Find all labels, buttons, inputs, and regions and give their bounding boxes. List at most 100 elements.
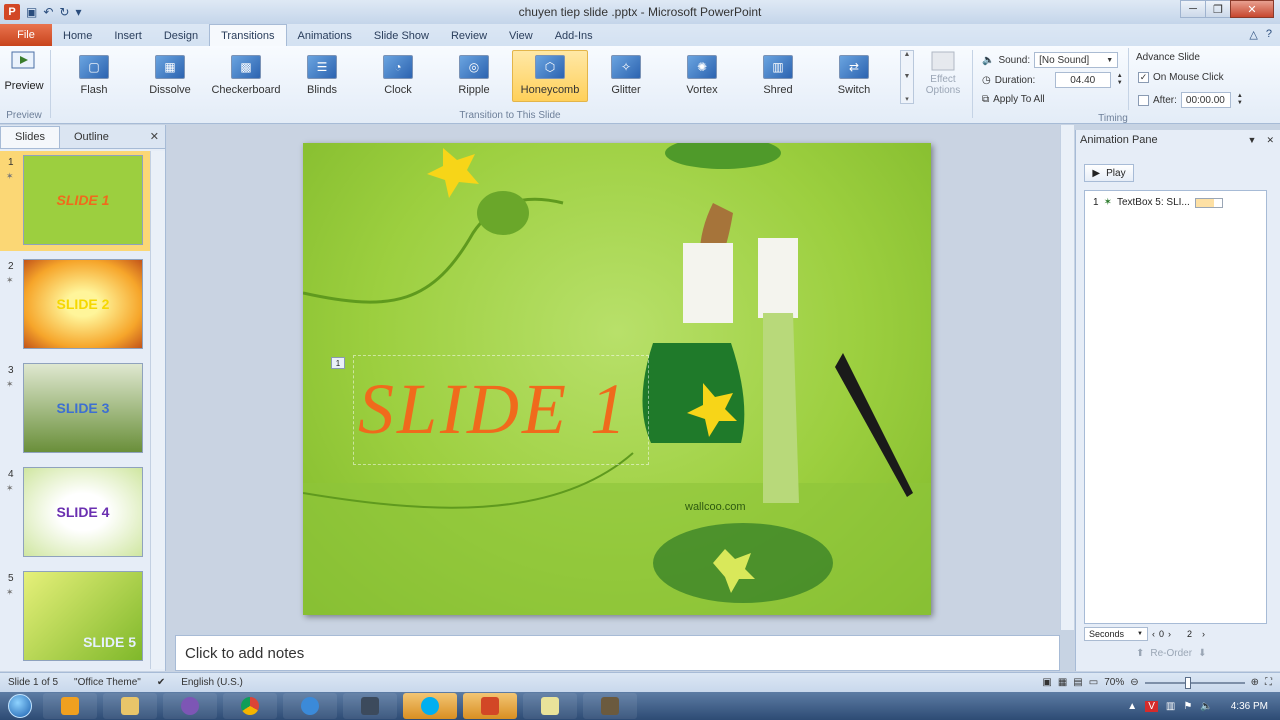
transition-honeycomb[interactable]: ⬡ Honeycomb <box>512 50 588 102</box>
tray-expand-icon[interactable]: ▲ <box>1127 701 1137 712</box>
animation-item[interactable]: 1 ✶ TextBox 5: SLI... <box>1093 197 1223 208</box>
timeline-next-icon[interactable]: › <box>1202 629 1205 639</box>
close-icon[interactable]: ✕ <box>150 130 159 143</box>
slide-sorter-icon[interactable]: ▦ <box>1058 677 1067 688</box>
language[interactable]: English (U.S.) <box>173 677 251 688</box>
gallery-scroll[interactable]: ▲ ▼ ▾ <box>900 50 914 104</box>
antivirus-icon[interactable]: V <box>1145 700 1158 712</box>
slides-scrollbar[interactable] <box>150 151 165 669</box>
preview-button[interactable]: Preview <box>2 48 46 108</box>
sound-select[interactable]: [No Sound] ▼ <box>1034 52 1119 68</box>
scroll-up-icon[interactable]: ▲ <box>904 51 911 58</box>
tab-home[interactable]: Home <box>52 26 103 46</box>
transition-switch[interactable]: ⇄ Switch <box>816 50 892 102</box>
tab-review[interactable]: Review <box>440 26 498 46</box>
minimize-button[interactable]: ─ <box>1180 0 1206 18</box>
zoom-in-icon[interactable]: ⊕ <box>1251 677 1259 688</box>
on-mouse-click-checkbox[interactable]: ✓ <box>1138 72 1149 83</box>
customize-qat-icon[interactable]: ▾ <box>75 5 81 19</box>
scroll-down-icon[interactable]: ▼ <box>904 73 911 80</box>
slide-thumbnail-5[interactable]: 5 ✶ SLIDE 5 <box>0 567 150 667</box>
transition-checkerboard[interactable]: ▩ Checkerboard <box>208 50 284 102</box>
taskbar-app-skype[interactable] <box>403 693 457 719</box>
transition-glitter[interactable]: ✧ Glitter <box>588 50 664 102</box>
taskbar-app-recorder[interactable] <box>343 693 397 719</box>
zoom-slider-knob[interactable] <box>1184 676 1191 689</box>
spellcheck-icon[interactable]: ✔ <box>149 677 173 688</box>
reading-view-icon[interactable]: ▤ <box>1073 677 1082 688</box>
slide-number: 4 <box>8 469 14 480</box>
help-icon[interactable]: ? <box>1266 28 1272 41</box>
after-spinner[interactable]: ▲ ▼ <box>1237 93 1243 107</box>
tab-transitions[interactable]: Transitions <box>209 24 287 46</box>
tab-view[interactable]: View <box>498 26 544 46</box>
taskbar-app-tool[interactable] <box>583 693 637 719</box>
slide-title[interactable]: SLIDE 1 <box>358 368 629 451</box>
redo-icon[interactable]: ↻ <box>59 5 69 19</box>
volume-icon[interactable]: 🔈 <box>1200 701 1212 712</box>
transition-blinds[interactable]: ☰ Blinds <box>284 50 360 102</box>
taskbar-app-powerpoint[interactable] <box>463 693 517 719</box>
seconds-select[interactable]: Seconds ▼ <box>1084 627 1148 641</box>
powerpoint-taskbar-icon <box>481 697 499 715</box>
slide-show-icon[interactable]: ▭ <box>1089 677 1098 688</box>
slide-thumbnail-3[interactable]: 3 ✶ SLIDE 3 <box>0 359 150 459</box>
tab-animations[interactable]: Animations <box>287 26 363 46</box>
play-button[interactable]: ▶ Play <box>1084 164 1134 182</box>
move-down-icon[interactable]: ⬇ <box>1198 648 1206 659</box>
normal-view-icon[interactable]: ▣ <box>1042 677 1051 688</box>
transition-vortex[interactable]: ✺ Vortex <box>664 50 740 102</box>
transition-shred[interactable]: ▥ Shred <box>740 50 816 102</box>
taskbar-app-chrome[interactable] <box>223 693 277 719</box>
transition-ripple[interactable]: ◎ Ripple <box>436 50 512 102</box>
transition-dissolve[interactable]: ▦ Dissolve <box>132 50 208 102</box>
zoom-level[interactable]: 70% <box>1104 677 1124 688</box>
animation-tag[interactable]: 1 <box>331 357 345 369</box>
duration-input[interactable]: 04.40 <box>1054 72 1111 88</box>
transition-flash[interactable]: ▢ Flash <box>56 50 132 102</box>
tab-slide-show[interactable]: Slide Show <box>363 26 440 46</box>
after-input[interactable]: 00:00.00 <box>1180 92 1231 108</box>
minimize-ribbon-icon[interactable]: △ <box>1249 28 1257 41</box>
zoom-slider[interactable] <box>1144 676 1245 689</box>
slide-thumbnail-2[interactable]: 2 ✶ SLIDE 2 <box>0 255 150 355</box>
clock[interactable]: 4:36 PM <box>1231 701 1268 712</box>
taskbar-app-notes[interactable] <box>523 693 577 719</box>
chevron-down-icon[interactable]: ▼ <box>1248 135 1257 146</box>
powerpoint-icon[interactable]: P <box>4 4 20 20</box>
close-icon[interactable]: ✕ <box>1266 135 1274 146</box>
tab-file[interactable]: File <box>0 24 52 46</box>
fit-slide-icon[interactable]: ⛶ <box>1265 677 1272 688</box>
tab-outline[interactable]: Outline <box>60 126 123 148</box>
taskbar-app-viber[interactable] <box>163 693 217 719</box>
taskbar-app-explorer[interactable] <box>103 693 157 719</box>
flag-icon[interactable]: ⚑ <box>1183 701 1192 712</box>
editor-scrollbar[interactable] <box>1060 125 1074 630</box>
duration-spinner[interactable]: ▲ ▼ <box>1117 73 1123 87</box>
slide-canvas[interactable]: 1 SLIDE 1 wallcoo.com <box>303 143 931 615</box>
network-icon[interactable]: ▥ <box>1166 701 1175 712</box>
taskbar-app-media[interactable] <box>43 693 97 719</box>
more-icon[interactable]: ▾ <box>905 95 909 103</box>
slide-thumbnail-4[interactable]: 4 ✶ SLIDE 4 <box>0 463 150 563</box>
start-button[interactable] <box>0 692 40 720</box>
transition-clock[interactable]: ◔ Clock <box>360 50 436 102</box>
slide-thumbnail-1[interactable]: 1 ✶ SLIDE 1 <box>0 151 150 251</box>
timeline-back-icon[interactable]: ‹ <box>1152 629 1155 639</box>
timeline-forward-icon[interactable]: › <box>1168 629 1171 639</box>
zoom-out-icon[interactable]: ⊖ <box>1130 677 1138 688</box>
save-icon[interactable]: ▣ <box>26 5 37 19</box>
undo-icon[interactable]: ↶ <box>43 5 53 19</box>
tab-insert[interactable]: Insert <box>103 26 153 46</box>
tab-design[interactable]: Design <box>153 26 209 46</box>
after-checkbox[interactable] <box>1138 94 1149 106</box>
effect-options-button[interactable]: Effect Options <box>920 50 966 106</box>
apply-all-button[interactable]: ⧉ Apply To All <box>982 94 1045 105</box>
tab-add-ins[interactable]: Add-Ins <box>544 26 604 46</box>
tab-slides[interactable]: Slides <box>0 125 60 148</box>
move-up-icon[interactable]: ⬆ <box>1136 648 1144 659</box>
close-button[interactable]: ✕ <box>1230 0 1274 18</box>
restore-button[interactable]: ❐ <box>1205 0 1231 18</box>
notes-pane[interactable]: Click to add notes <box>175 635 1060 671</box>
taskbar-app-messenger[interactable] <box>283 693 337 719</box>
